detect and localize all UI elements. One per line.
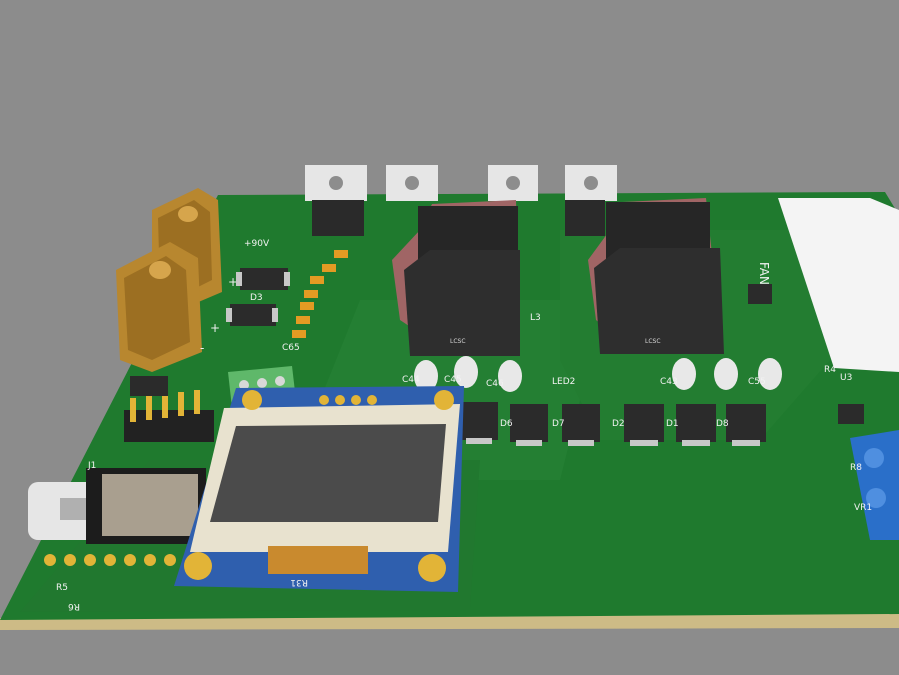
- silk-c44: C44: [402, 375, 420, 385]
- silk-d8: D8: [716, 419, 729, 429]
- silk-c65: C65: [282, 343, 300, 353]
- silk-d3: D3: [250, 293, 263, 303]
- silk-c46: C46: [486, 379, 504, 389]
- silk-j1: J1: [87, 461, 96, 471]
- ic-regulator: [130, 376, 168, 396]
- silk-minus: -: [200, 341, 204, 355]
- silk-fan: FAN: [757, 262, 771, 285]
- pcb-3d-view: FAN +90V + + - C65 LCSC LCSC L3 C44 C45 …: [0, 0, 899, 675]
- silk-voltage: +90V: [244, 239, 270, 249]
- silk-r5: R5: [56, 583, 68, 593]
- silk-c43: C43: [660, 377, 678, 387]
- ic-u3: [838, 404, 864, 424]
- silk-d7: D7: [552, 419, 565, 429]
- esp-module: [86, 468, 206, 544]
- silk-u3: U3: [840, 373, 852, 383]
- ic-small: [748, 284, 772, 304]
- silk-plus-lower: +: [210, 321, 220, 335]
- silk-vr1: VR1: [854, 503, 872, 513]
- silk-d1: D1: [666, 419, 679, 429]
- silk-r4: R4: [824, 365, 836, 375]
- silk-d2: D2: [612, 419, 625, 429]
- silk-led2: LED2: [552, 377, 575, 387]
- silk-r31: R31: [290, 577, 308, 587]
- inductor-marking-1: LCSC: [450, 338, 466, 345]
- silk-r8: R8: [850, 463, 862, 473]
- silk-c55: C55: [748, 377, 766, 387]
- inductor-marking-2: LCSC: [645, 338, 661, 345]
- silk-r6: R6: [68, 601, 80, 611]
- silk-c45: C45: [444, 375, 462, 385]
- silk-d6: D6: [500, 419, 513, 429]
- silk-l3: L3: [530, 313, 541, 323]
